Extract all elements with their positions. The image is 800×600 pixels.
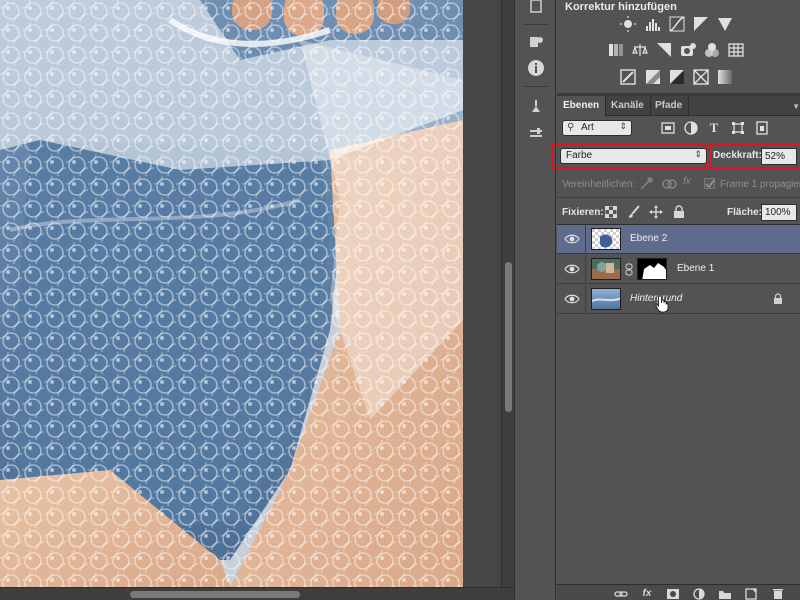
layer-filter-value: Art — [581, 122, 594, 133]
visibility-eye-icon[interactable] — [564, 233, 580, 245]
adjustments-icon[interactable] — [524, 30, 548, 54]
right-panel-dock: Korrektur hinzufügen Ebenen Kanäle Pfade… — [552, 0, 800, 600]
layer-row-hintergrund[interactable]: Hintergrund — [557, 285, 800, 314]
layer-name: Ebene 1 — [677, 263, 715, 274]
column-divider — [585, 225, 586, 254]
new-layer-icon[interactable] — [743, 587, 759, 600]
visibility-eye-icon[interactable] — [564, 293, 580, 305]
vibrance-triangle-icon[interactable] — [716, 15, 734, 33]
info-icon[interactable] — [524, 56, 548, 80]
filter-adjustment-icon[interactable] — [682, 120, 700, 136]
opacity-input[interactable]: 52% — [761, 148, 797, 165]
unify-label: Vereinheitlichen: — [562, 179, 636, 190]
vertical-scrollbar[interactable] — [501, 0, 514, 587]
horizontal-scrollbar[interactable] — [0, 587, 514, 600]
horizontal-scrollbar-thumb[interactable] — [130, 591, 300, 598]
layer-thumbnail[interactable] — [591, 258, 621, 280]
fill-label: Fläche: — [727, 207, 763, 218]
search-icon: ⚲ — [567, 122, 575, 133]
tool-divider — [523, 86, 549, 87]
layer-thumbnail[interactable] — [591, 288, 621, 310]
vertical-scrollbar-thumb[interactable] — [505, 262, 512, 412]
curves-icon[interactable] — [668, 15, 686, 33]
filter-pixel-icon[interactable] — [659, 120, 677, 136]
panel-divider — [557, 197, 800, 198]
adjustments-panel-title: Korrektur hinzufügen — [565, 1, 677, 13]
threshold-icon[interactable] — [668, 68, 686, 86]
layer-thumbnail[interactable] — [591, 228, 621, 250]
color-lookup-icon[interactable] — [727, 41, 745, 59]
lock-move-icon[interactable] — [648, 204, 664, 220]
lock-all-icon[interactable] — [671, 204, 687, 220]
canvas-pasteboard — [463, 0, 501, 587]
layers-list: Ebene 2 Ebene 1 Hintergrund — [557, 224, 800, 574]
unify-visibility-icon[interactable] — [661, 177, 677, 196]
adjustment-layer-icon[interactable] — [691, 587, 707, 600]
tab-kanaele[interactable]: Kanäle — [605, 96, 651, 116]
photoshop-window: Korrektur hinzufügen Ebenen Kanäle Pfade… — [0, 0, 800, 600]
propagate-checkbox[interactable] — [704, 178, 715, 189]
tool-divider — [523, 24, 549, 25]
layer-row-ebene-2[interactable]: Ebene 2 — [557, 225, 800, 254]
lock-icon — [774, 293, 782, 304]
black-white-icon[interactable] — [655, 41, 673, 59]
layer-row-ebene-1[interactable]: Ebene 1 — [557, 255, 800, 284]
levels-icon[interactable] — [644, 15, 662, 33]
fx-icon[interactable]: fx — [639, 587, 655, 600]
layers-tab-bar: Ebenen Kanäle Pfade ▼ — [557, 96, 800, 117]
propagate-label: Frame 1 propagieren — [720, 179, 800, 190]
canvas-image — [0, 0, 463, 587]
chevron-updown-icon: ⇕ — [619, 121, 627, 131]
layer-mask-thumbnail[interactable] — [637, 258, 667, 280]
blend-mode-select[interactable]: Farbe ⇕ — [560, 148, 707, 164]
selective-color-icon[interactable] — [692, 68, 710, 86]
visibility-eye-icon[interactable] — [564, 263, 580, 275]
color-balance-icon[interactable] — [631, 41, 649, 59]
panel-menu-icon[interactable]: ▼ — [792, 102, 800, 111]
unify-style-icon[interactable]: fx — [683, 176, 691, 187]
gradient-map-icon[interactable] — [716, 68, 734, 86]
document-canvas[interactable] — [0, 0, 463, 587]
panel-dock-strip — [514, 0, 556, 600]
lock-label: Fixieren: — [562, 207, 604, 218]
adjustments-row-2 — [557, 40, 800, 62]
adjustments-row-1 — [557, 13, 800, 35]
lock-transparency-icon[interactable] — [603, 204, 619, 220]
brightness-icon[interactable] — [619, 15, 637, 33]
filter-shape-icon[interactable] — [729, 120, 747, 136]
unify-row: Vereinheitlichen: fx Frame 1 propagieren — [557, 175, 800, 195]
tab-ebenen[interactable]: Ebenen — [557, 96, 607, 117]
history-icon[interactable] — [524, 0, 548, 18]
opacity-label: Deckkraft: — [713, 150, 762, 161]
fill-input[interactable]: 100% — [761, 204, 797, 221]
channel-mixer-icon[interactable] — [703, 41, 721, 59]
posterize-icon[interactable] — [644, 68, 662, 86]
brush-preset-icon[interactable] — [524, 94, 548, 118]
column-divider — [585, 255, 586, 284]
link-icon[interactable] — [613, 587, 629, 600]
unify-position-icon[interactable] — [638, 177, 654, 196]
exposure-icon[interactable] — [692, 15, 710, 33]
layer-filter-select[interactable]: ⚲ Art ⇕ — [562, 120, 632, 136]
tool-presets-icon[interactable] — [524, 122, 548, 146]
mask-icon[interactable] — [665, 587, 681, 600]
blend-mode-value: Farbe — [566, 150, 593, 161]
tab-pfade[interactable]: Pfade — [649, 96, 690, 116]
column-divider — [585, 285, 586, 314]
filter-type-icon[interactable]: T — [705, 120, 723, 136]
invert-icon[interactable] — [619, 68, 637, 86]
layer-name: Ebene 2 — [630, 233, 668, 244]
group-folder-icon[interactable] — [717, 587, 733, 600]
hue-saturation-icon[interactable] — [607, 41, 625, 59]
layers-footer-toolbar: fx — [557, 584, 800, 600]
mask-link-icon[interactable] — [625, 263, 633, 277]
filter-smart-object-icon[interactable] — [753, 120, 771, 136]
lock-brush-icon[interactable] — [626, 204, 642, 220]
trash-icon[interactable] — [770, 587, 786, 600]
chevron-updown-icon: ⇕ — [694, 149, 702, 159]
adjustments-row-3 — [557, 66, 800, 88]
hand-cursor-icon — [655, 295, 669, 313]
photo-filter-icon[interactable] — [679, 41, 697, 59]
